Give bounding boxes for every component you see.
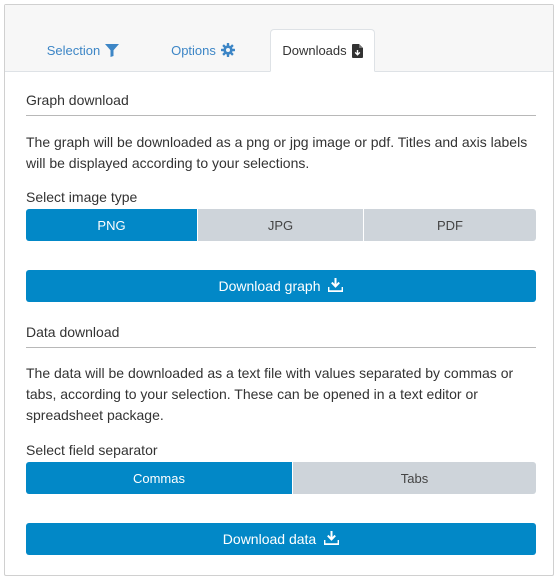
tab-label: Selection <box>46 42 101 58</box>
download-icon <box>328 277 344 295</box>
field-separator-selector: Commas Tabs <box>26 462 536 494</box>
tab-bar: Selection Options Downloads <box>5 5 553 72</box>
gear-icon <box>220 43 235 57</box>
field-separator-label: Select field separator <box>26 442 158 458</box>
separator-tabs[interactable]: Tabs <box>293 462 536 494</box>
download-data-label: Download data <box>222 531 317 547</box>
tab-selection[interactable]: Selection <box>33 29 133 71</box>
tab-label: Options <box>171 42 216 58</box>
tab-downloads[interactable]: Downloads <box>270 29 375 72</box>
download-graph-button[interactable]: Download graph <box>26 270 536 302</box>
filter-icon <box>105 43 120 57</box>
image-type-label: Select image type <box>26 189 138 205</box>
downloads-panel: Selection Options Downloads Graph downlo… <box>4 4 554 576</box>
image-type-jpg[interactable]: JPG <box>198 209 364 241</box>
file-download-icon <box>351 43 363 58</box>
graph-download-heading: Graph download <box>26 92 129 108</box>
tab-label: Downloads <box>282 43 347 58</box>
download-icon <box>323 530 340 548</box>
image-type-selector: PNG JPG PDF <box>26 209 536 241</box>
graph-download-description: The graph will be downloaded as a png or… <box>26 134 528 171</box>
divider <box>26 347 536 348</box>
image-type-pdf[interactable]: PDF <box>364 209 536 241</box>
download-data-button[interactable]: Download data <box>26 523 536 555</box>
divider <box>26 115 536 116</box>
data-download-description: The data will be downloaded as a text fi… <box>26 365 514 423</box>
separator-commas[interactable]: Commas <box>26 462 293 494</box>
tab-options[interactable]: Options <box>153 29 253 71</box>
image-type-png[interactable]: PNG <box>26 209 198 241</box>
download-graph-label: Download graph <box>218 278 321 294</box>
data-download-heading: Data download <box>26 324 120 340</box>
